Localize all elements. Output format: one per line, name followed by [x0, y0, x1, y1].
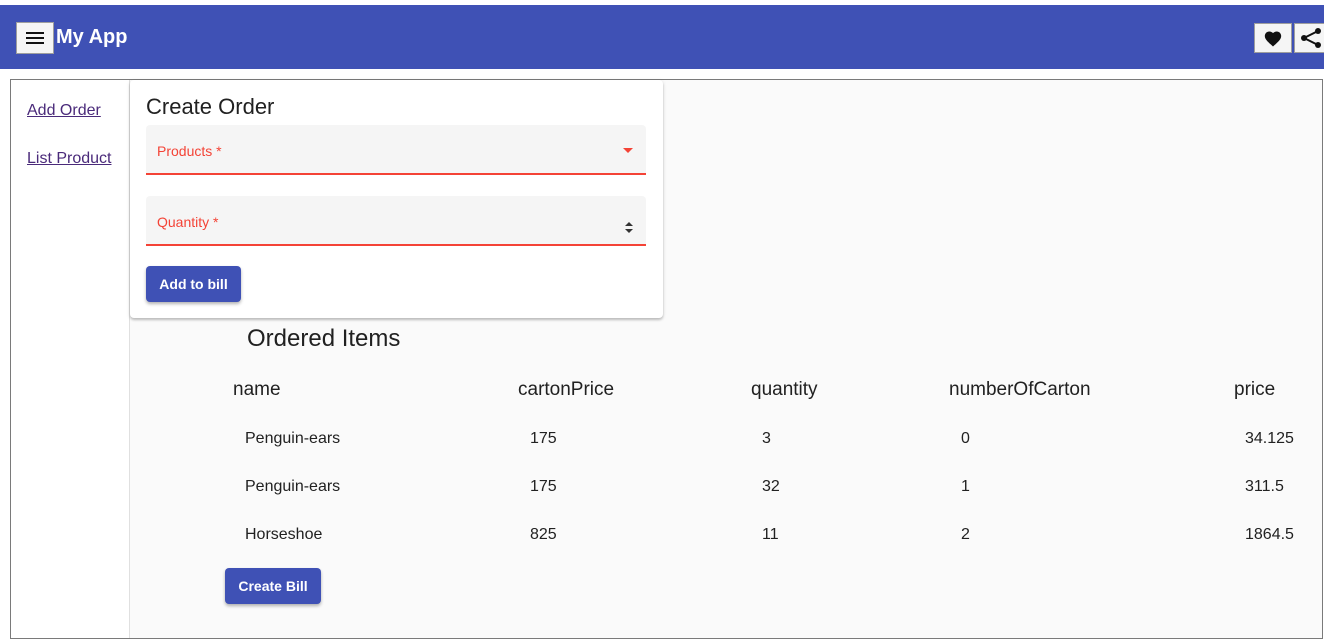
create-bill-button[interactable]: Create Bill	[225, 568, 321, 604]
cell-price: 1864.5	[1245, 526, 1294, 543]
products-label: Products *	[157, 143, 222, 159]
share-icon	[1301, 28, 1321, 48]
sidebar-item-list-product[interactable]: List Product	[27, 150, 111, 168]
column-header-name: name	[233, 379, 281, 400]
cell-price: 311.5	[1245, 478, 1284, 495]
main-container: Add Order List Product Create Order Prod…	[10, 79, 1323, 639]
menu-button[interactable]	[16, 22, 54, 54]
cell-carton-price: 175	[530, 430, 557, 447]
create-order-title: Create Order	[146, 94, 275, 119]
cell-name: Horseshoe	[245, 526, 323, 543]
ordered-items-title: Ordered Items	[247, 325, 401, 352]
quantity-input[interactable]: Quantity *	[146, 196, 646, 246]
cell-carton-price: 825	[530, 526, 557, 543]
column-header-carton-price: cartonPrice	[518, 379, 615, 400]
heart-icon	[1264, 31, 1282, 47]
sidebar-item-add-order[interactable]: Add Order	[27, 102, 101, 120]
products-select[interactable]: Products *	[146, 125, 646, 175]
share-button[interactable]	[1294, 23, 1324, 53]
create-order-card: Create Order Products * Quantity * Add t…	[130, 80, 663, 318]
cell-name: Penguin-ears	[245, 478, 341, 495]
favorite-button[interactable]	[1254, 23, 1292, 53]
menu-icon	[26, 31, 44, 45]
column-header-number-of-carton: numberOfCarton	[949, 379, 1091, 400]
cell-name: Penguin-ears	[245, 430, 341, 447]
cell-number-of-carton: 1	[961, 478, 970, 495]
cell-number-of-carton: 0	[961, 430, 970, 447]
column-header-quantity: quantity	[751, 379, 818, 400]
top-toolbar: My App	[0, 5, 1324, 69]
cell-quantity: 11	[762, 526, 779, 543]
app-title: My App	[56, 26, 128, 48]
add-to-bill-button[interactable]: Add to bill	[146, 266, 241, 302]
cell-number-of-carton: 2	[961, 526, 970, 543]
column-header-price: price	[1234, 379, 1276, 400]
cell-price: 34.125	[1245, 430, 1294, 447]
quantity-label: Quantity *	[157, 214, 219, 230]
dropdown-arrow-icon	[623, 148, 633, 153]
number-spinner-icon[interactable]	[625, 222, 633, 234]
cell-carton-price: 175	[530, 478, 557, 495]
cell-quantity: 3	[762, 430, 771, 447]
cell-quantity: 32	[762, 478, 780, 495]
side-nav: Add Order List Product	[11, 80, 130, 638]
